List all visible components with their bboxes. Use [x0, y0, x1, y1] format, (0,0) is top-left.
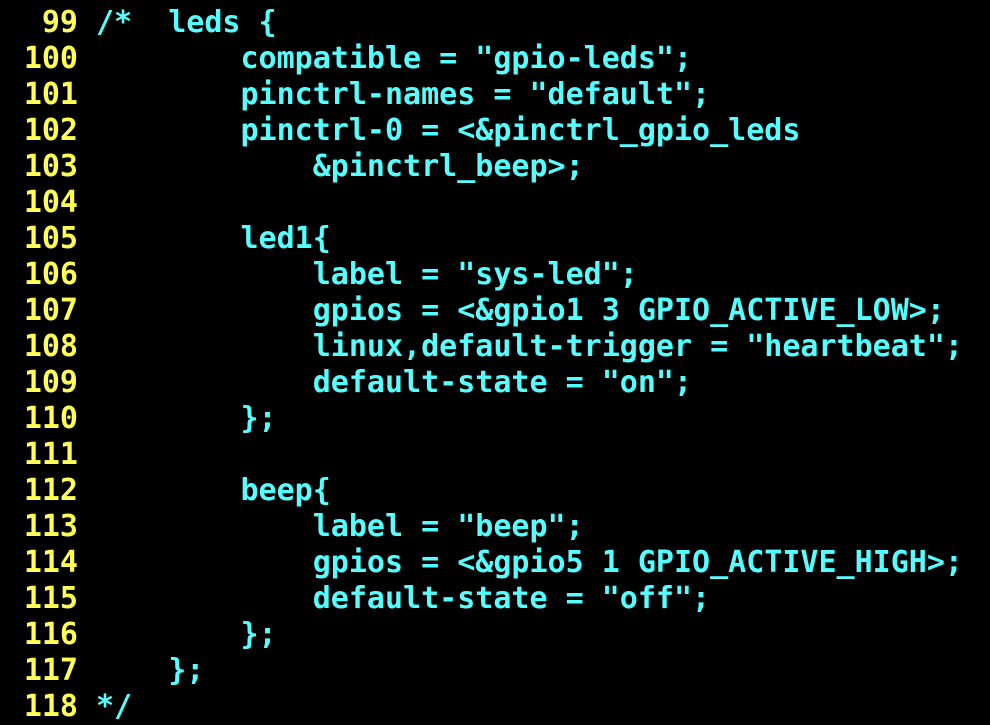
code-text[interactable]: label = "sys-led"; — [78, 257, 638, 293]
line-number: 116 — [23, 617, 78, 652]
line-number: 100 — [23, 41, 78, 76]
code-text[interactable]: */ — [78, 689, 132, 725]
code-text[interactable]: }; — [78, 617, 276, 653]
code-text[interactable]: label = "beep"; — [78, 509, 584, 545]
code-text[interactable]: pinctrl-0 = <&pinctrl_gpio_leds — [78, 113, 800, 149]
code-line[interactable]: 112 beep{ — [0, 473, 990, 509]
code-text[interactable]: compatible = "gpio-leds"; — [78, 41, 692, 77]
line-number: 113 — [23, 509, 78, 544]
line-number: 103 — [23, 149, 78, 184]
code-text[interactable]: default-state = "off"; — [78, 581, 710, 617]
line-number: 117 — [23, 653, 78, 688]
code-text[interactable]: pinctrl-names = "default"; — [78, 77, 710, 113]
code-text[interactable]: beep{ — [78, 473, 330, 509]
code-line[interactable]: 115 default-state = "off"; — [0, 581, 990, 617]
line-number: 104 — [23, 185, 78, 220]
line-number: 99 — [41, 5, 78, 40]
code-text[interactable] — [78, 185, 96, 221]
code-text[interactable]: }; — [78, 653, 204, 689]
code-line[interactable]: 107 gpios = <&gpio1 3 GPIO_ACTIVE_LOW>; — [0, 293, 990, 329]
code-line[interactable]: 103 &pinctrl_beep>; — [0, 149, 990, 185]
code-text[interactable]: }; — [78, 401, 276, 437]
code-line[interactable]: 105 led1{ — [0, 221, 990, 257]
code-line[interactable]: 101 pinctrl-names = "default"; — [0, 77, 990, 113]
code-line[interactable]: 104 — [0, 185, 990, 221]
line-number: 102 — [23, 113, 78, 148]
code-text[interactable]: &pinctrl_beep>; — [78, 149, 584, 185]
line-number: 101 — [23, 77, 78, 112]
line-number: 115 — [23, 581, 78, 616]
code-editor[interactable]: 99/* leds { 100 compatible = "gpio-leds"… — [0, 0, 990, 725]
code-line[interactable]: 109 default-state = "on"; — [0, 365, 990, 401]
line-number: 108 — [23, 329, 78, 364]
code-line[interactable]: 117 }; — [0, 653, 990, 689]
line-number: 114 — [23, 545, 78, 580]
code-line[interactable]: 114 gpios = <&gpio5 1 GPIO_ACTIVE_HIGH>; — [0, 545, 990, 581]
line-number: 112 — [23, 473, 78, 508]
code-line[interactable]: 113 label = "beep"; — [0, 509, 990, 545]
code-text[interactable]: linux,default-trigger = "heartbeat"; — [78, 329, 963, 365]
code-line[interactable]: 110 }; — [0, 401, 990, 437]
code-line[interactable]: 106 label = "sys-led"; — [0, 257, 990, 293]
code-text[interactable]: default-state = "on"; — [78, 365, 692, 401]
code-line[interactable]: 111 — [0, 437, 990, 473]
code-line[interactable]: 116 }; — [0, 617, 990, 653]
code-text[interactable] — [78, 437, 96, 473]
code-text[interactable]: gpios = <&gpio1 3 GPIO_ACTIVE_LOW>; — [78, 293, 945, 329]
code-text[interactable]: /* leds { — [78, 5, 277, 41]
code-line[interactable]: 100 compatible = "gpio-leds"; — [0, 41, 990, 77]
line-number: 111 — [23, 437, 78, 472]
line-number: 107 — [23, 293, 78, 328]
code-line[interactable]: 102 pinctrl-0 = <&pinctrl_gpio_leds — [0, 113, 990, 149]
code-line[interactable]: 108 linux,default-trigger = "heartbeat"; — [0, 329, 990, 365]
line-number: 106 — [23, 257, 78, 292]
code-text[interactable]: led1{ — [78, 221, 330, 257]
code-line[interactable]: 118 */ — [0, 689, 990, 725]
code-text[interactable]: gpios = <&gpio5 1 GPIO_ACTIVE_HIGH>; — [78, 545, 963, 581]
line-number: 118 — [23, 689, 78, 724]
line-number: 110 — [23, 401, 78, 436]
line-number: 105 — [23, 221, 78, 256]
line-number: 109 — [23, 365, 78, 400]
code-line[interactable]: 99/* leds { — [0, 5, 990, 41]
